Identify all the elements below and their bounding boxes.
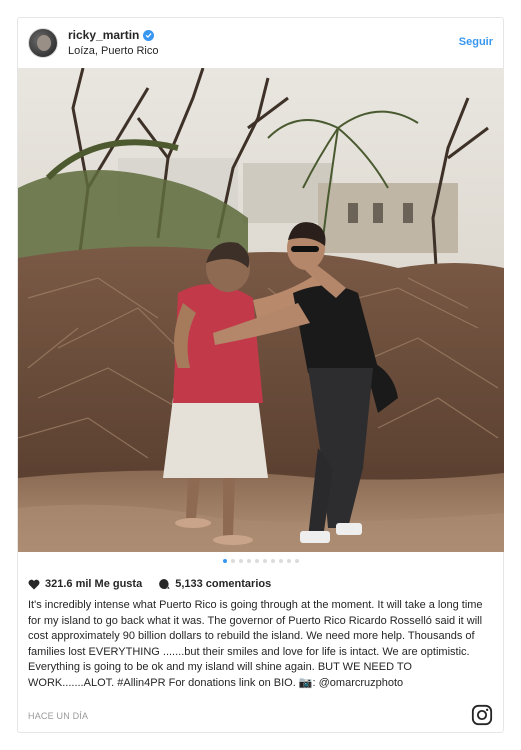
profile-avatar[interactable] (28, 28, 58, 58)
comments-count: 5,133 comentarios (175, 578, 272, 590)
post-photo[interactable] (18, 68, 504, 552)
post-timestamp[interactable]: HACE UN DÍA (28, 711, 88, 721)
instagram-post-card: ricky_martin Loíza, Puerto Rico Seguir 3… (17, 17, 504, 733)
carousel-dot[interactable] (270, 559, 275, 563)
verified-badge-icon (143, 29, 155, 41)
carousel-dot[interactable] (254, 559, 259, 563)
heart-icon (28, 579, 40, 589)
carousel-dot[interactable] (294, 559, 299, 563)
comment-bubble-icon (159, 579, 170, 589)
carousel-dot[interactable] (262, 559, 267, 563)
engagement-stats: 321.6 mil Me gusta 5,133 comentarios (28, 578, 287, 590)
follow-button[interactable]: Seguir (459, 36, 493, 48)
carousel-dot[interactable] (286, 559, 291, 563)
instagram-logo-icon[interactable] (471, 704, 493, 726)
likes-count: 321.6 mil Me gusta (45, 578, 143, 590)
carousel-dot[interactable] (278, 559, 283, 563)
carousel-dot[interactable] (246, 559, 251, 563)
location-link[interactable]: Loíza, Puerto Rico (68, 45, 159, 57)
carousel-dot[interactable] (222, 559, 227, 563)
carousel-indicator (18, 559, 503, 567)
post-caption: It's incredibly intense what Puerto Rico… (28, 599, 483, 689)
post-header: ricky_martin Loíza, Puerto Rico Seguir (18, 18, 503, 68)
user-line: ricky_martin (68, 28, 155, 42)
carousel-dot[interactable] (238, 559, 243, 563)
username-link[interactable]: ricky_martin (68, 28, 139, 42)
carousel-dot[interactable] (230, 559, 235, 563)
comments-group[interactable]: 5,133 comentarios (158, 578, 271, 590)
likes-group[interactable]: 321.6 mil Me gusta (28, 578, 142, 590)
